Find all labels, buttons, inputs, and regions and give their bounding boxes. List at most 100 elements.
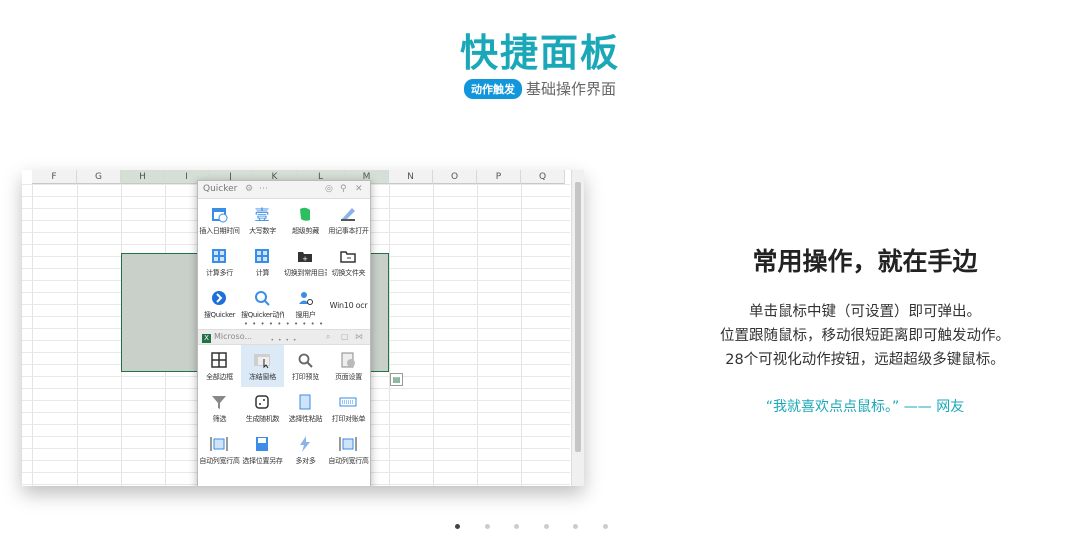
- vertical-scrollbar[interactable]: [571, 170, 584, 486]
- carousel-pager: [455, 520, 625, 534]
- grid-line: [477, 184, 478, 486]
- quicker-panel-title: Quicker: [203, 184, 238, 194]
- action-button[interactable]: 计算多行: [198, 241, 241, 283]
- action-label: 自动列宽行高: [199, 457, 240, 465]
- action-button[interactable]: Win10 ocr: [327, 283, 370, 325]
- action-button[interactable]: 筛选: [198, 387, 241, 429]
- action-button[interactable]: 全部边框: [198, 345, 241, 387]
- save-as-icon: [253, 435, 271, 453]
- search-icon: [253, 289, 271, 307]
- autofit-icon: [210, 435, 228, 453]
- action-label: 选择位置另存: [242, 457, 283, 465]
- action-button[interactable]: 计算: [241, 241, 284, 283]
- grid-line: [389, 184, 390, 486]
- page-subtitle: 动作触发 基础操作界面: [0, 78, 1080, 99]
- user-quote: “我就喜欢点点鼠标。” —— 网友: [765, 399, 965, 415]
- action-label: 选择性粘贴: [288, 415, 323, 423]
- action-button[interactable]: 页面设置: [327, 345, 370, 387]
- action-button[interactable]: 冻结窗格: [241, 345, 284, 387]
- user-search-icon: [296, 289, 314, 307]
- action-label: 用记事本打开: [328, 227, 369, 235]
- action-button[interactable]: 用记事本打开: [327, 199, 370, 241]
- action-label: 搜用户: [295, 311, 316, 319]
- action-label: 打印预览: [292, 373, 319, 381]
- calculator-icon: [210, 247, 228, 265]
- lightning-icon: [296, 435, 314, 453]
- action-button[interactable]: 选择性粘贴: [284, 387, 327, 429]
- column-header[interactable]: G: [77, 170, 121, 184]
- screenshot-preview: FGHIJKLMNOPQ1257253070207445479684605785…: [22, 170, 584, 486]
- carousel-dot[interactable]: [484, 524, 490, 529]
- carousel-dot[interactable]: [455, 524, 460, 529]
- filter-icon: [210, 393, 228, 411]
- quicker-panel-header: Quicker ⚙ ⋯ ◎ ⚲ ✕: [198, 181, 370, 199]
- calculator-icon: [253, 247, 271, 265]
- svg-text:壹: 壹: [254, 206, 269, 223]
- account-icon[interactable]: ◎: [325, 181, 333, 198]
- action-button[interactable]: 打印预览: [284, 345, 327, 387]
- column-header[interactable]: F: [32, 170, 77, 184]
- action-button[interactable]: 自动列宽行高: [327, 429, 370, 471]
- action-button[interactable]: 壹大写数字: [241, 199, 284, 241]
- action-label: 多对多: [295, 457, 316, 465]
- action-button[interactable]: 打印对账单: [327, 387, 370, 429]
- carousel-dot[interactable]: [543, 524, 549, 529]
- action-label: 插入日期时间: [199, 227, 240, 235]
- paste-options-icon[interactable]: ▤: [390, 373, 403, 386]
- action-label: 页面设置: [335, 373, 362, 381]
- carousel-dot[interactable]: [514, 524, 519, 529]
- quicker-panel: Quicker ⚙ ⋯ ◎ ⚲ ✕ 插入日期时间壹大写数字 超级剪藏 用记事本打开计…: [197, 180, 371, 486]
- action-label: 生成随机数: [245, 415, 280, 423]
- action-label: 打印对账单: [331, 415, 366, 423]
- action-button[interactable]: 插入日期时间: [198, 199, 241, 241]
- action-label: 计算多行: [206, 269, 233, 277]
- keyboard-icon: [339, 393, 357, 411]
- print-preview-icon: [296, 351, 314, 369]
- action-button[interactable]: 超级剪藏: [284, 199, 327, 241]
- action-button[interactable]: 搜用户: [284, 283, 327, 325]
- grid-line: [77, 184, 78, 486]
- action-label: 冻结窗格: [249, 373, 276, 381]
- trigger-badge: 动作触发: [463, 79, 522, 99]
- page-title: 快捷面板: [459, 31, 620, 75]
- more-icon[interactable]: ⋯: [259, 181, 268, 198]
- pin-icon[interactable]: ⚲: [340, 181, 347, 198]
- page-setup-icon: [339, 351, 357, 369]
- notepad-icon: [339, 205, 357, 223]
- action-button[interactable]: 切换文件夹: [327, 241, 370, 283]
- column-header[interactable]: O: [433, 170, 477, 184]
- action-button[interactable]: 生成随机数: [241, 387, 284, 429]
- svg-text:+: +: [302, 255, 308, 263]
- action-button[interactable]: + 切换到常用目录: [284, 241, 327, 283]
- folder-switch-icon: [339, 247, 357, 265]
- action-label: Win10 ocr: [329, 301, 368, 310]
- action-label: 大写数字: [249, 227, 276, 235]
- close-icon[interactable]: ✕: [355, 181, 363, 198]
- scrollbar-thumb[interactable]: [575, 182, 581, 452]
- quicker-logo-icon: [210, 289, 228, 307]
- action-button[interactable]: 搜Quicker动作: [241, 283, 284, 325]
- feature-heading: 常用操作，就在手边: [752, 247, 978, 276]
- column-header[interactable]: N: [389, 170, 433, 184]
- action-label: 超级剪藏: [292, 227, 319, 235]
- action-label: 搜Quicker动作: [241, 311, 284, 319]
- carousel-dot[interactable]: [602, 524, 608, 529]
- carousel-dot[interactable]: [573, 524, 578, 529]
- action-button[interactable]: 自动列宽行高: [198, 429, 241, 471]
- action-label: 自动列宽行高: [328, 457, 369, 465]
- action-button[interactable]: 多对多: [284, 429, 327, 471]
- calendar-icon: [210, 205, 228, 223]
- freeze-panes-icon: [253, 351, 271, 369]
- column-header[interactable]: H: [121, 170, 165, 184]
- subtitle-text: 基础操作界面: [525, 80, 616, 98]
- page-indicator-top: • • • • • • • • • •: [243, 320, 325, 328]
- settings-icon[interactable]: ⚙: [245, 181, 253, 198]
- column-header[interactable]: Q: [521, 170, 565, 184]
- action-label: 切换文件夹: [331, 269, 366, 277]
- action-button[interactable]: 搜Quicker: [198, 283, 241, 325]
- feature-line-2: 位置跟随鼠标，移动很短距离即可触发动作。: [720, 328, 1010, 344]
- chinese-numeral-icon: 壹: [253, 205, 271, 224]
- column-header[interactable]: P: [477, 170, 521, 184]
- action-label: 计算: [255, 269, 270, 277]
- action-button[interactable]: 选择位置另存: [241, 429, 284, 471]
